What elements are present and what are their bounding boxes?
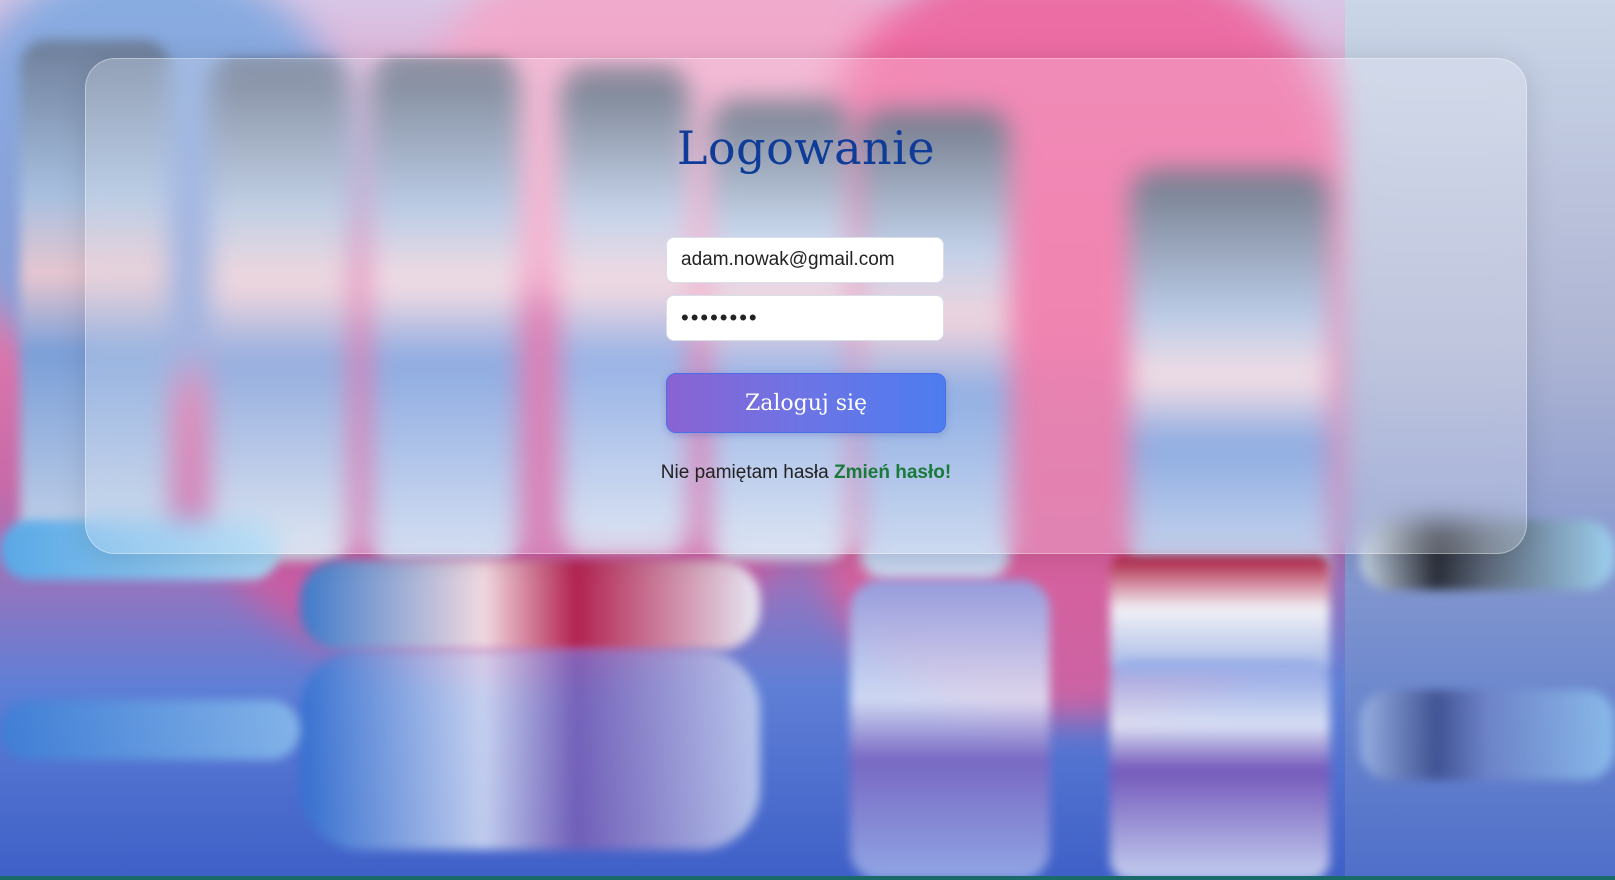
login-page: Logowanie Zaloguj się Nie pamiętam hasła… xyxy=(0,0,1615,880)
forgot-password-text: Nie pamiętam hasła xyxy=(660,462,829,483)
password-field[interactable] xyxy=(666,295,944,341)
forgot-password-row: Nie pamiętam hasła Zmień hasło! xyxy=(86,462,1526,484)
email-field[interactable] xyxy=(666,237,944,283)
page-title: Logowanie xyxy=(676,121,936,175)
bottom-border xyxy=(0,876,1615,880)
change-password-link[interactable]: Zmień hasło! xyxy=(834,462,951,483)
login-button[interactable]: Zaloguj się xyxy=(666,373,946,433)
login-card: Logowanie Zaloguj się Nie pamiętam hasła… xyxy=(85,58,1527,554)
